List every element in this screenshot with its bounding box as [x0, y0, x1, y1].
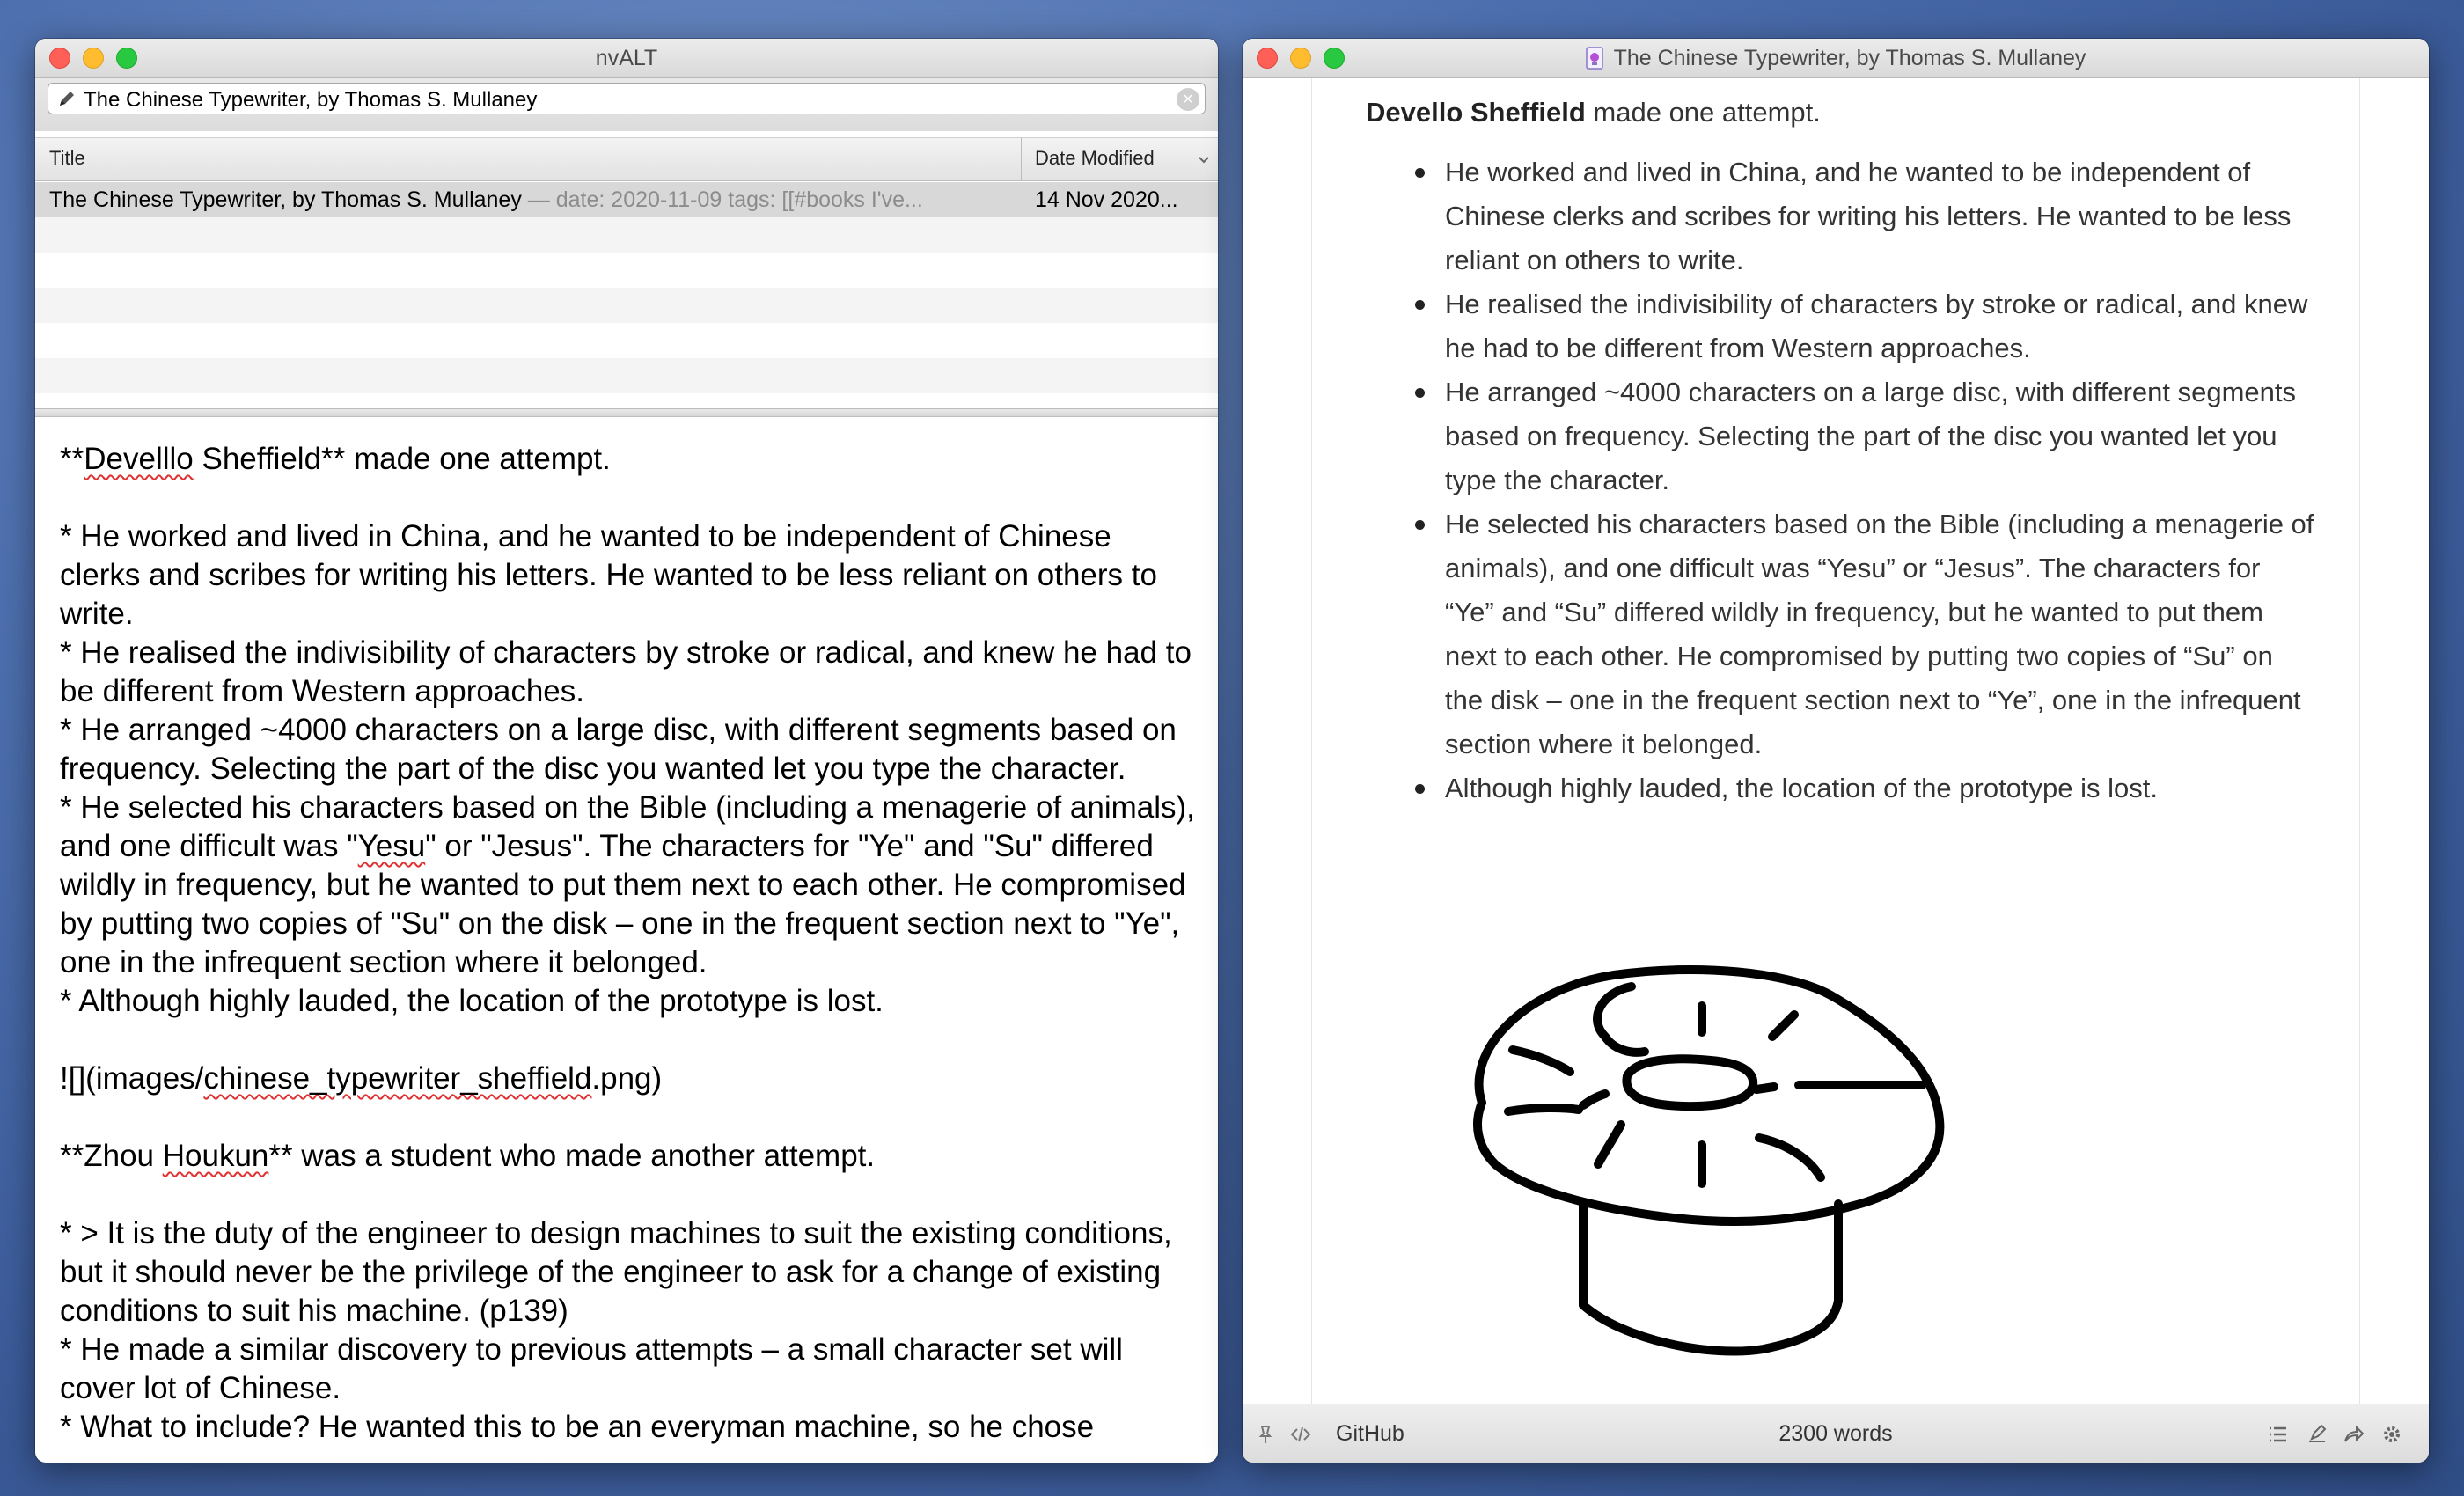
margin-guide [1311, 78, 1312, 1404]
typewriter-sketch-image [1473, 965, 1945, 1356]
empty-row [35, 358, 1218, 393]
bullet-list: He worked and lived in China, and he wan… [1366, 150, 2316, 810]
editor-paragraph: * He made a similar discovery to previou… [60, 1332, 1132, 1405]
list-item[interactable]: The Chinese Typewriter, by Thomas S. Mul… [35, 182, 1218, 217]
share-icon[interactable] [2343, 1424, 2364, 1445]
search-value[interactable]: The Chinese Typewriter, by Thomas S. Mul… [84, 87, 1161, 114]
nvalt-window: nvALT The Chinese Typewriter, by Thomas … [35, 39, 1218, 1463]
notes-list[interactable]: The Chinese Typewriter, by Thomas S. Mul… [35, 180, 1218, 432]
editor-paragraph: * He arranged ~4000 characters on a larg… [60, 713, 1185, 786]
editor-paragraph: * He selected his characters based on th… [60, 790, 1195, 979]
note-date: 14 Nov 2020... [1035, 187, 1178, 212]
empty-row [35, 217, 1218, 253]
list-item: He worked and lived in China, and he wan… [1415, 150, 2316, 282]
note-preview: — date: 2020-11-09 tags: [[#books I've..… [521, 187, 923, 212]
empty-row [35, 253, 1218, 288]
window-title: The Chinese Typewriter, by Thomas S. Mul… [1243, 39, 2429, 77]
column-divider[interactable] [1021, 138, 1022, 180]
preview-heading: Devello Sheffield made one attempt. [1366, 97, 1821, 128]
titlebar[interactable]: The Chinese Typewriter, by Thomas S. Mul… [1243, 39, 2429, 78]
pencil-icon [60, 92, 74, 106]
chevron-down-icon[interactable] [1195, 150, 1213, 168]
list-item: He selected his characters based on the … [1415, 502, 2316, 766]
list-icon[interactable] [2267, 1424, 2288, 1445]
word-count: 2300 words [1778, 1421, 1893, 1446]
editor-paragraph: * He realised the indivisibility of char… [60, 635, 1192, 708]
column-header-date[interactable]: Date Modified [1035, 138, 1155, 179]
preview-content: Devello Sheffield made one attempt. He w… [1366, 91, 2316, 810]
empty-row [35, 323, 1218, 358]
editor-paragraph: * What to include? He wanted this to be … [60, 1410, 1095, 1444]
list-item: Although highly lauded, the location of … [1415, 766, 2316, 810]
margin-guide [2359, 78, 2360, 1404]
document-icon [1585, 47, 1603, 70]
window-title: nvALT [595, 46, 658, 70]
gear-icon[interactable] [2381, 1424, 2402, 1445]
editor-paragraph: **Zhou Houkun** was a student who made a… [60, 1139, 876, 1173]
editor-paragraph: * Although highly lauded, the location o… [60, 984, 884, 1018]
note-editor[interactable]: **Develllo Sheffield** made one attempt.… [60, 440, 1197, 1463]
editor-paragraph: ![](images/chinese_typewriter_sheffield.… [60, 1061, 663, 1096]
titlebar[interactable]: nvALT [35, 39, 1218, 78]
note-title: The Chinese Typewriter, by Thomas S. Mul… [49, 187, 923, 212]
search-input[interactable]: The Chinese Typewriter, by Thomas S. Mul… [48, 83, 1206, 114]
clear-search-icon[interactable]: × [1177, 88, 1199, 111]
empty-row [35, 288, 1218, 323]
editor-paragraph: * > It is the duty of the engineer to de… [60, 1216, 1181, 1328]
preview-window: The Chinese Typewriter, by Thomas S. Mul… [1243, 39, 2429, 1463]
list-header: Title Date Modified [35, 137, 1218, 181]
status-bar: GitHub 2300 words [1243, 1404, 2429, 1463]
editor-paragraph: **Develllo Sheffield** made one attempt. [60, 442, 611, 476]
split-divider[interactable] [35, 408, 1218, 417]
highlighter-icon[interactable] [2306, 1424, 2327, 1445]
markdown-preview[interactable]: Devello Sheffield made one attempt. He w… [1243, 78, 2429, 1404]
list-item: He realised the indivisibility of charac… [1415, 282, 2316, 370]
column-header-title[interactable]: Title [49, 138, 85, 179]
list-item: He arranged ~4000 characters on a large … [1415, 370, 2316, 502]
editor-paragraph: * He worked and lived in China, and he w… [60, 519, 1166, 631]
